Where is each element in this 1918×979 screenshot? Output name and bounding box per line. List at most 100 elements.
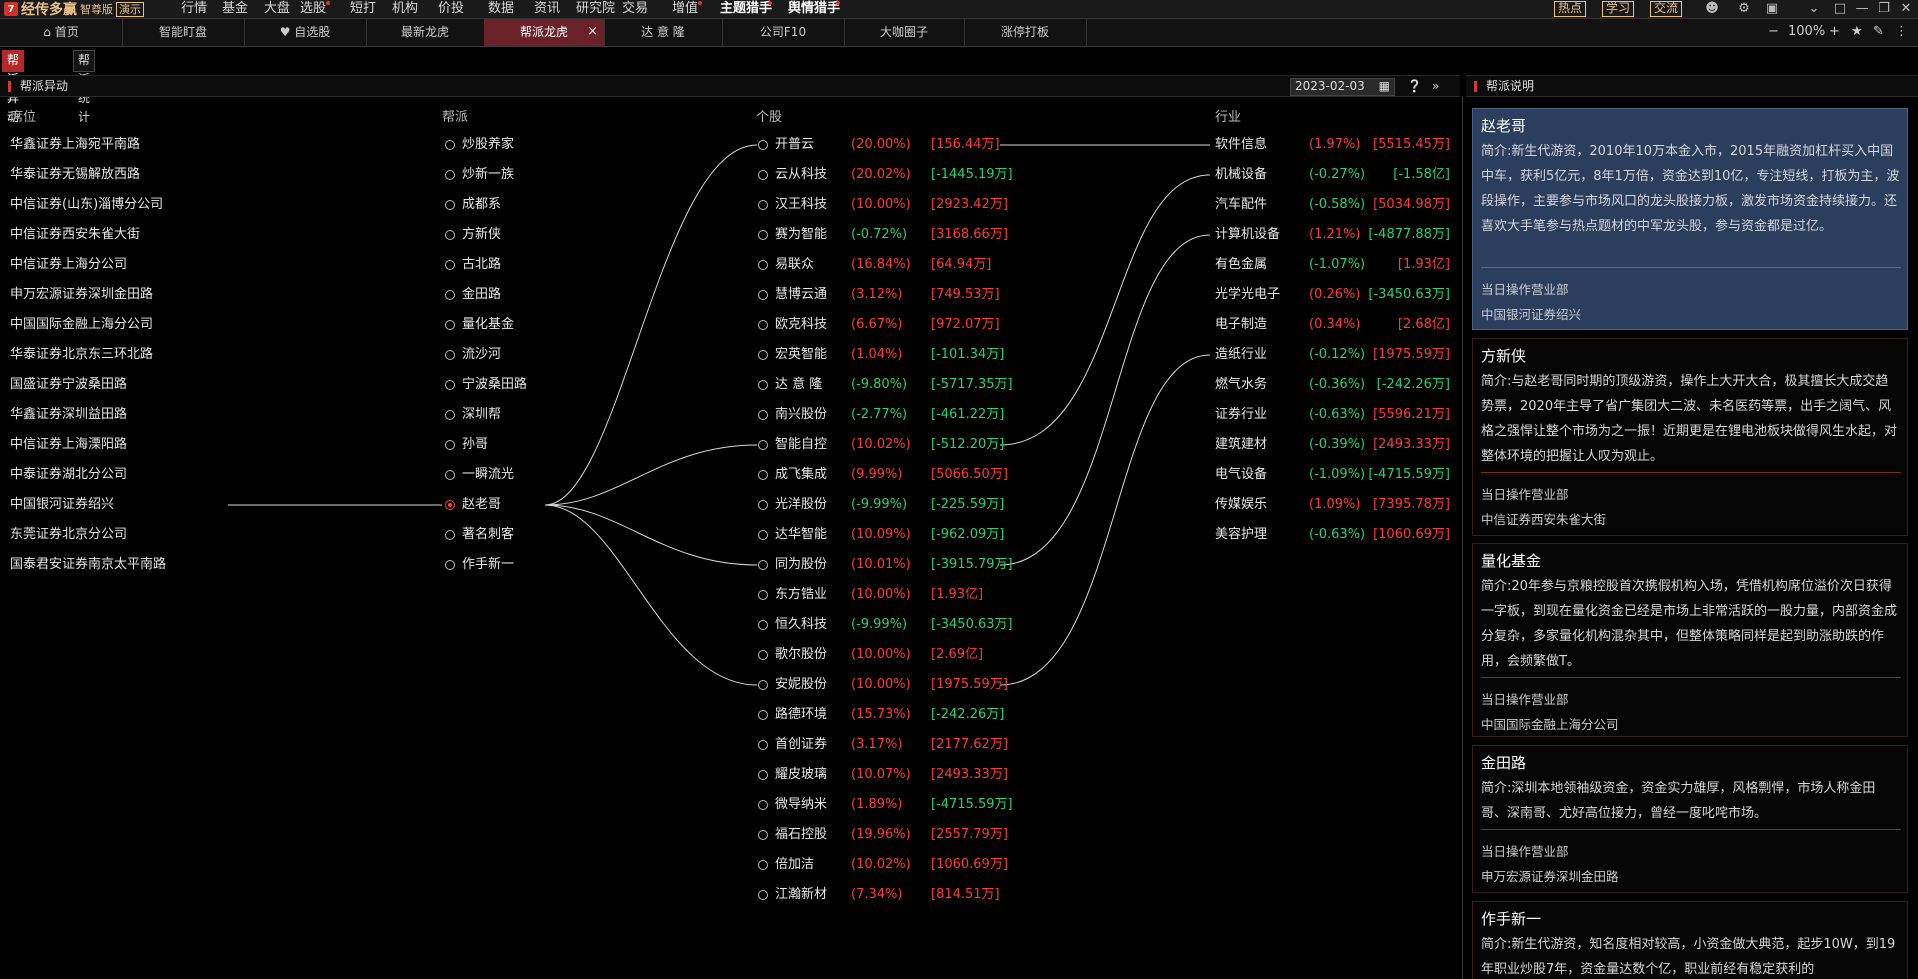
close-icon[interactable]: ✕ <box>1896 0 1916 18</box>
gang-info-card[interactable]: 作手新一 简介:新生代游资，知名度相对较高，小资金做大典范，起步10W，到19年职… <box>1472 901 1908 979</box>
seat-item[interactable]: 国泰君安证券南京太平南路 <box>10 557 166 573</box>
industry-name[interactable]: 燃气水务 <box>1215 377 1267 393</box>
stock-name[interactable]: 慧博云通 <box>775 287 827 303</box>
stock-radio[interactable] <box>758 860 768 870</box>
gang-radio[interactable] <box>445 380 455 390</box>
stock-name[interactable]: 达 意 隆 <box>775 377 822 393</box>
industry-name[interactable]: 造纸行业 <box>1215 347 1267 363</box>
gang-radio[interactable] <box>445 320 455 330</box>
gang-item[interactable]: 古北路 <box>462 257 501 273</box>
stock-name[interactable]: 赛为智能 <box>775 227 827 243</box>
gang-radio[interactable] <box>445 350 455 360</box>
stock-name[interactable]: 恒久科技 <box>775 617 827 633</box>
gang-radio[interactable] <box>445 170 455 180</box>
seat-item[interactable]: 国盛证券宁波桑田路 <box>10 377 127 393</box>
gang-item[interactable]: 量化基金 <box>462 317 514 333</box>
gang-radio[interactable] <box>445 140 455 150</box>
industry-name[interactable]: 光学光电子 <box>1215 287 1280 303</box>
gang-item[interactable]: 孙哥 <box>462 437 488 453</box>
seat-item[interactable]: 中信证券西安朱雀大街 <box>10 227 140 243</box>
stock-radio[interactable] <box>758 710 768 720</box>
stock-name[interactable]: 福石控股 <box>775 827 827 843</box>
stock-name[interactable]: 达华智能 <box>775 527 827 543</box>
stock-name[interactable]: 成飞集成 <box>775 467 827 483</box>
stock-radio[interactable] <box>758 770 768 780</box>
industry-name[interactable]: 美容护理 <box>1215 527 1267 543</box>
hot-tag-button[interactable]: 热点 <box>1554 1 1587 17</box>
industry-name[interactable]: 机械设备 <box>1215 167 1267 183</box>
exchange-tag-button[interactable]: 交流 <box>1650 1 1683 17</box>
stock-name[interactable]: 微导纳米 <box>775 797 827 813</box>
seat-item[interactable]: 华泰证券无锡解放西路 <box>10 167 140 183</box>
zoom-in-button[interactable]: + <box>1829 19 1840 46</box>
stock-name[interactable]: 欧克科技 <box>775 317 827 333</box>
gang-radio[interactable] <box>445 260 455 270</box>
stock-radio[interactable] <box>758 560 768 570</box>
stock-name[interactable]: 歌尔股份 <box>775 647 827 663</box>
more-icon[interactable]: ⋮ <box>1895 19 1908 46</box>
stock-radio[interactable] <box>758 530 768 540</box>
stock-radio[interactable] <box>758 440 768 450</box>
seat-item[interactable]: 申万宏源证券深圳金田路 <box>10 287 153 303</box>
industry-name[interactable]: 电子制造 <box>1215 317 1267 333</box>
seat-item[interactable]: 中信证券(山东)淄博分公司 <box>10 197 163 213</box>
stock-name[interactable]: 江瀚新材 <box>775 887 827 903</box>
stock-name[interactable]: 倍加洁 <box>775 857 814 873</box>
gang-radio[interactable] <box>445 440 455 450</box>
seat-item[interactable]: 中泰证券湖北分公司 <box>10 467 127 483</box>
gang-radio[interactable] <box>445 530 455 540</box>
stock-radio[interactable] <box>758 620 768 630</box>
industry-name[interactable]: 电气设备 <box>1215 467 1267 483</box>
star-icon[interactable]: ★ <box>1851 19 1863 46</box>
industry-name[interactable]: 建筑建材 <box>1215 437 1267 453</box>
industry-name[interactable]: 传媒娱乐 <box>1215 497 1267 513</box>
stock-name[interactable]: 光洋股份 <box>775 497 827 513</box>
stock-radio[interactable] <box>758 140 768 150</box>
user-icon[interactable]: ☻ <box>1702 0 1722 18</box>
gang-item[interactable]: 方新侠 <box>462 227 501 243</box>
learn-tag-button[interactable]: 学习 <box>1602 1 1635 17</box>
industry-name[interactable]: 汽车配件 <box>1215 197 1267 213</box>
gang-info-list[interactable]: 赵老哥 简介:新生代游资，2010年10万本金入市，2015年融资加杠杆买入中国中… <box>1472 108 1918 979</box>
stock-radio[interactable] <box>758 590 768 600</box>
gang-info-card[interactable]: 方新侠 简介:与赵老哥同时期的顶级游资，操作上大开大合，极其擅长大成交趋势票，20… <box>1472 338 1908 536</box>
gang-info-card[interactable]: 赵老哥 简介:新生代游资，2010年10万本金入市，2015年融资加杠杆买入中国中… <box>1472 108 1908 330</box>
seat-item[interactable]: 东莞证券北京分公司 <box>10 527 127 543</box>
stock-name[interactable]: 南兴股份 <box>775 407 827 423</box>
stock-name[interactable]: 智能自控 <box>775 437 827 453</box>
stock-radio[interactable] <box>758 500 768 510</box>
seat-item[interactable]: 华泰证券北京东三环北路 <box>10 347 153 363</box>
seat-item[interactable]: 中信证券上海分公司 <box>10 257 127 273</box>
stock-name[interactable]: 云从科技 <box>775 167 827 183</box>
edit-icon[interactable]: ✎ <box>1873 19 1884 46</box>
gang-item[interactable]: 宁波桑田路 <box>462 377 527 393</box>
gang-item[interactable]: 作手新一 <box>462 557 514 573</box>
settings-icon[interactable]: ⚙ <box>1734 0 1754 18</box>
industry-name[interactable]: 软件信息 <box>1215 137 1267 153</box>
zoom-out-button[interactable]: − <box>1768 19 1779 46</box>
seat-item[interactable]: 中国国际金融上海分公司 <box>10 317 153 333</box>
seat-item[interactable]: 中信证券上海溧阳路 <box>10 437 127 453</box>
stock-name[interactable]: 易联众 <box>775 257 814 273</box>
gang-item[interactable]: 炒股养家 <box>462 137 514 153</box>
stock-radio[interactable] <box>758 200 768 210</box>
stock-radio[interactable] <box>758 260 768 270</box>
gang-radio[interactable] <box>445 290 455 300</box>
stock-name[interactable]: 开普云 <box>775 137 814 153</box>
gang-item[interactable]: 成都系 <box>462 197 501 213</box>
seat-item[interactable]: 华鑫证券上海宛平南路 <box>10 137 140 153</box>
stock-radio[interactable] <box>758 230 768 240</box>
stock-radio[interactable] <box>758 410 768 420</box>
gang-item[interactable]: 流沙河 <box>462 347 501 363</box>
gang-info-card[interactable]: 金田路 简介:深圳本地领袖级资金，资金实力雄厚，风格剽悍，市场人称金田哥、深南哥、… <box>1472 745 1908 893</box>
industry-name[interactable]: 有色金属 <box>1215 257 1267 273</box>
seat-item[interactable]: 华鑫证券深圳益田路 <box>10 407 127 423</box>
gang-item[interactable]: 深圳帮 <box>462 407 501 423</box>
stock-radio[interactable] <box>758 350 768 360</box>
gang-radio[interactable] <box>445 500 455 510</box>
stock-name[interactable]: 宏英智能 <box>775 347 827 363</box>
restore-icon[interactable]: □ <box>1830 0 1850 18</box>
collapse-icon[interactable]: ⌄ <box>1804 0 1824 18</box>
industry-name[interactable]: 证券行业 <box>1215 407 1267 423</box>
stock-radio[interactable] <box>758 830 768 840</box>
